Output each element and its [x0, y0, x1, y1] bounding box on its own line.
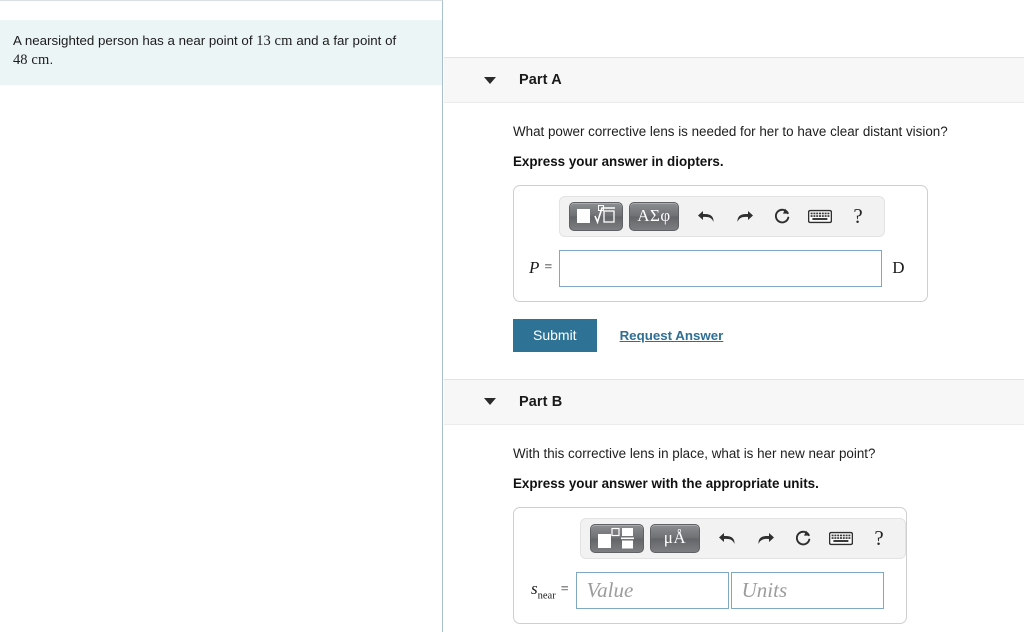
part-a-request-answer-link[interactable]: Request Answer	[620, 328, 724, 343]
greek-symbols-button[interactable]: ΑΣφ	[629, 201, 679, 231]
caret-down-icon[interactable]	[484, 398, 496, 406]
problem-statement-panel: A nearsighted person has a near point of…	[0, 0, 443, 632]
part-b-question: With this corrective lens in place, what…	[513, 445, 876, 461]
caret-down-icon[interactable]	[484, 76, 496, 84]
part-a-answer-input[interactable]	[559, 249, 883, 287]
part-b-title: Part B	[519, 393, 563, 410]
part-a-title: Part A	[519, 72, 562, 88]
near-point-value: 13	[256, 33, 271, 49]
part-b-input-row: snear =	[514, 571, 906, 609]
part-a-submit-row: Submit Request Answer	[513, 318, 1024, 352]
part-b-body: With this corrective lens in place, what…	[444, 425, 1024, 632]
problem-text-part1: A nearsighted person has a near point of	[13, 33, 257, 48]
redo-arrow-icon[interactable]	[727, 201, 761, 231]
part-b-answer-box: μÅ ? snear = Value Units	[513, 506, 907, 624]
part-a-submit-button[interactable]: Submit	[513, 318, 597, 352]
square-root-template-icon[interactable]	[569, 201, 623, 231]
part-a-unit-label: D	[892, 258, 905, 278]
part-b-value-input[interactable]	[575, 571, 729, 609]
near-point-unit: cm	[274, 33, 293, 49]
part-b-units-input[interactable]	[730, 571, 884, 609]
undo-arrow-icon[interactable]	[689, 201, 723, 231]
part-b-header[interactable]: Part B	[444, 378, 1024, 425]
part-a-equals-sign: =	[544, 260, 553, 276]
part-b-math-toolbar: μÅ ?	[580, 517, 906, 559]
part-b-block: Part B With this corrective lens in plac…	[444, 378, 1024, 632]
part-a-variable-label: P	[529, 258, 540, 278]
problem-page: A nearsighted person has a near point of…	[0, 0, 1024, 632]
far-point-value: 48	[13, 52, 28, 69]
reset-circle-icon[interactable]	[765, 201, 799, 231]
part-b-variable-label: snear	[531, 578, 556, 602]
part-b-variable-subscript: near	[537, 590, 556, 602]
undo-arrow-icon[interactable]	[710, 523, 744, 553]
part-a-block: Part A What power corrective lens is nee…	[444, 57, 1024, 352]
part-a-answer-box: ΑΣφ ? P = D	[513, 184, 928, 302]
units-symbols-button[interactable]: μÅ	[650, 523, 700, 553]
problem-text-end: .	[49, 52, 54, 68]
part-a-input-row: P = D	[514, 249, 927, 287]
part-a-header[interactable]: Part A	[444, 57, 1024, 103]
fraction-template-icon[interactable]	[590, 523, 644, 553]
reset-circle-icon[interactable]	[786, 523, 820, 553]
far-point-unit: cm	[31, 52, 50, 69]
part-a-question: What power corrective lens is needed for…	[513, 124, 948, 139]
part-b-equals-sign: =	[560, 582, 569, 598]
help-icon[interactable]: ?	[862, 523, 896, 553]
part-a-instruction: Express your answer in diopters.	[513, 154, 724, 170]
keyboard-icon[interactable]	[803, 201, 837, 231]
part-b-instruction: Express your answer with the appropriate…	[513, 476, 819, 492]
part-a-math-toolbar: ΑΣφ ?	[559, 195, 885, 237]
problem-statement-text: A nearsighted person has a near point of…	[0, 20, 442, 85]
problem-text-part2: and a far point of	[292, 33, 397, 48]
help-icon[interactable]: ?	[841, 201, 875, 231]
answer-panel: Part A What power corrective lens is nee…	[444, 0, 1024, 632]
redo-arrow-icon[interactable]	[748, 523, 782, 553]
keyboard-icon[interactable]	[824, 523, 858, 553]
part-a-body: What power corrective lens is needed for…	[444, 103, 1024, 352]
